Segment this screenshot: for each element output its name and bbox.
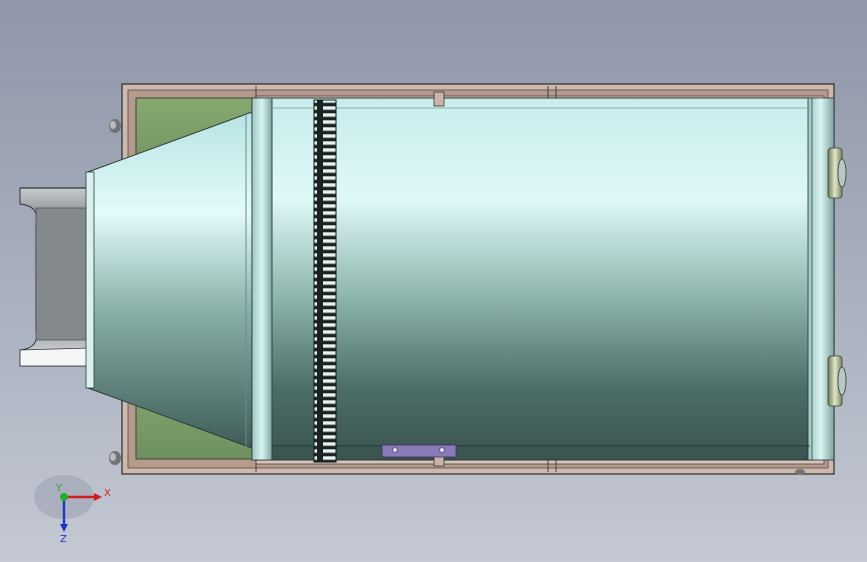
- z-axis-label: Z: [60, 534, 67, 545]
- rail-clip-top: [433, 91, 445, 107]
- x-axis-label: X: [104, 488, 111, 499]
- drive-girth-gear[interactable]: [313, 99, 337, 463]
- bearing-bottom[interactable]: [827, 355, 847, 407]
- bearing-top[interactable]: [827, 147, 847, 199]
- y-axis-indicator: [60, 493, 68, 501]
- cad-3d-viewport[interactable]: X Y Z: [0, 0, 867, 562]
- y-axis-label: Y: [55, 483, 63, 494]
- inlet-cone[interactable]: [85, 111, 253, 449]
- discharge-chute[interactable]: [19, 187, 91, 367]
- rotary-drum[interactable]: [251, 97, 835, 461]
- coordinate-triad: X Y Z: [34, 475, 111, 545]
- motor-bracket[interactable]: [381, 444, 457, 458]
- rail-clip-bottom: [433, 455, 445, 467]
